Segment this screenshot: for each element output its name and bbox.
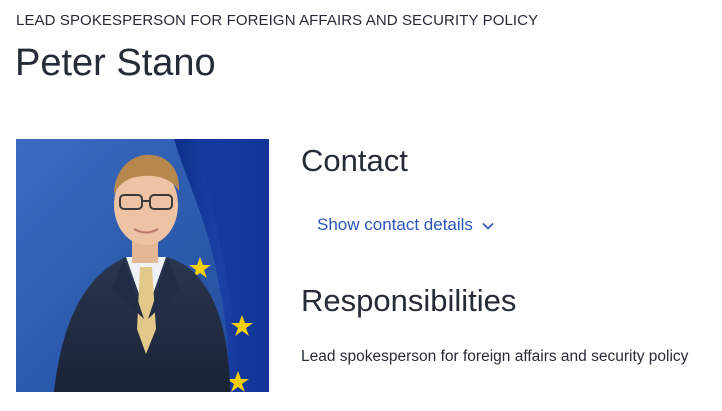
show-contact-details-button[interactable]: Show contact details	[317, 215, 495, 235]
person-name: Peter Stano	[15, 42, 216, 84]
contact-heading: Contact	[301, 143, 408, 178]
portrait-photo	[16, 139, 269, 392]
role-title: LEAD SPOKESPERSON FOR FOREIGN AFFAIRS AN…	[16, 12, 539, 29]
spokesperson-page: LEAD SPOKESPERSON FOR FOREIGN AFFAIRS AN…	[0, 0, 722, 411]
responsibilities-text: Lead spokesperson for foreign affairs an…	[301, 348, 689, 365]
show-contact-details-label: Show contact details	[317, 215, 473, 234]
responsibilities-heading: Responsibilities	[301, 283, 517, 318]
chevron-down-icon	[481, 218, 495, 232]
